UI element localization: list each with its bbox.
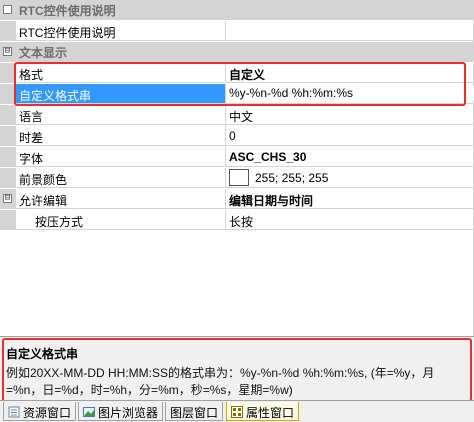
tab-image-browser[interactable]: 图片浏览器 xyxy=(78,402,164,421)
tab-layer-window[interactable]: 图层窗口 xyxy=(165,402,224,421)
tab-label: 属性窗口 xyxy=(246,405,295,420)
property-row-rtc-description[interactable]: RTC控件使用说明 xyxy=(0,21,474,41)
property-row-timezone[interactable]: 时差 0 xyxy=(0,126,474,146)
tab-label: 图层窗口 xyxy=(170,405,219,420)
tab-label: 资源窗口 xyxy=(23,405,72,420)
property-name: 按压方式 xyxy=(16,210,226,230)
property-name: 允许编辑 xyxy=(16,189,226,209)
property-grid: RTC控件使用说明 RTC控件使用说明 ⊟ 文本显示 格式 自定义 自定义格式串… xyxy=(0,0,474,336)
property-row-foreground-color[interactable]: 前景颜色 255; 255; 255 xyxy=(0,168,474,188)
tab-property-window[interactable]: 属性窗口 xyxy=(226,402,300,421)
category-label: 文本显示 xyxy=(19,46,68,60)
property-row-allow-edit[interactable]: ⊟ 允许编辑 编辑日期与时间 xyxy=(0,189,474,209)
property-value-allow-edit[interactable]: 编辑日期与时间 xyxy=(226,189,474,209)
category-rtc-usage[interactable]: RTC控件使用说明 xyxy=(0,0,474,20)
image-browser-icon xyxy=(83,407,95,417)
highlight-box-description xyxy=(2,338,472,402)
property-value-color: 255; 255; 255 xyxy=(255,171,329,185)
color-swatch[interactable] xyxy=(229,169,249,186)
property-name: RTC控件使用说明 xyxy=(16,21,226,41)
tab-label: 图片浏览器 xyxy=(98,405,159,420)
property-value-font[interactable]: ASC_CHS_30 xyxy=(226,147,474,167)
tab-resource-window[interactable]: 资源窗口 xyxy=(3,402,77,421)
collapse-toggle-icon[interactable]: ⊟ xyxy=(3,194,12,203)
property-name: 语言 xyxy=(16,105,226,125)
window-tab-bar: 资源窗口 图片浏览器 图层窗口 属性窗口 xyxy=(0,400,474,422)
resource-window-icon xyxy=(8,406,20,418)
collapse-toggle-icon[interactable] xyxy=(3,5,12,14)
category-text-display[interactable]: ⊟ 文本显示 xyxy=(0,42,474,62)
property-value-timezone[interactable]: 0 xyxy=(226,126,474,146)
property-value-press-mode[interactable]: 长按 xyxy=(226,210,474,230)
property-name: 前景颜色 xyxy=(16,168,226,188)
property-value-language[interactable]: 中文 xyxy=(226,105,474,125)
property-name: 时差 xyxy=(16,126,226,146)
property-row-press-mode[interactable]: 按压方式 长按 xyxy=(0,210,474,230)
collapse-toggle-icon[interactable]: ⊟ xyxy=(3,47,12,56)
property-window-icon xyxy=(231,406,243,418)
property-row-font[interactable]: 字体 ASC_CHS_30 xyxy=(0,147,474,167)
property-name: 字体 xyxy=(16,147,226,167)
property-row-language[interactable]: 语言 中文 xyxy=(0,105,474,125)
property-value[interactable] xyxy=(226,21,474,41)
category-label: RTC控件使用说明 xyxy=(19,4,116,18)
highlight-box-format xyxy=(14,62,466,106)
